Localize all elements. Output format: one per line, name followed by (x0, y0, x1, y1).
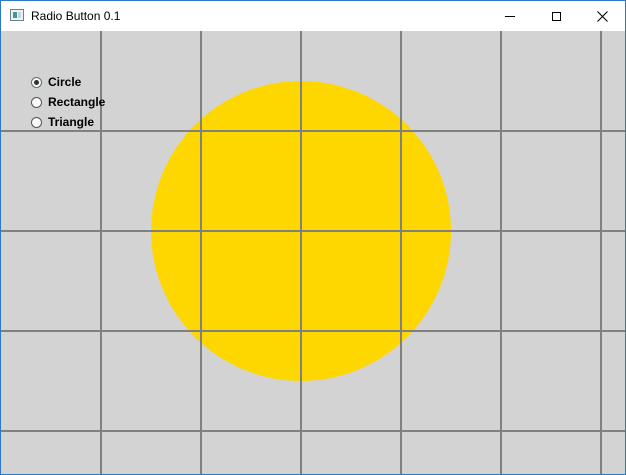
close-button[interactable] (579, 1, 625, 31)
minimize-button[interactable] (487, 1, 533, 31)
drawing-canvas: Circle Rectangle Triangle (1, 31, 625, 474)
radio-option-triangle[interactable]: Triangle (31, 112, 105, 132)
maximize-button[interactable] (533, 1, 579, 31)
radio-selected-icon[interactable] (31, 76, 42, 88)
radio-option-rectangle[interactable]: Rectangle (31, 92, 105, 112)
maximize-icon (551, 11, 561, 21)
radio-option-circle[interactable]: Circle (31, 72, 105, 92)
radio-unselected-icon[interactable] (31, 116, 42, 128)
minimize-icon (505, 15, 515, 17)
shape-radio-group: Circle Rectangle Triangle (31, 72, 105, 132)
radio-label: Rectangle (48, 95, 106, 109)
window-title: Radio Button 0.1 (31, 9, 121, 23)
close-icon (596, 10, 608, 22)
title-bar[interactable]: Radio Button 0.1 (1, 1, 625, 31)
radio-unselected-icon[interactable] (31, 96, 42, 108)
radio-label: Circle (48, 75, 82, 89)
radio-dot-icon (34, 79, 39, 85)
app-window-icon (10, 9, 24, 21)
radio-label: Triangle (48, 115, 95, 129)
app-window: Radio Button 0.1 Circle Rectangle Triang… (0, 0, 626, 475)
